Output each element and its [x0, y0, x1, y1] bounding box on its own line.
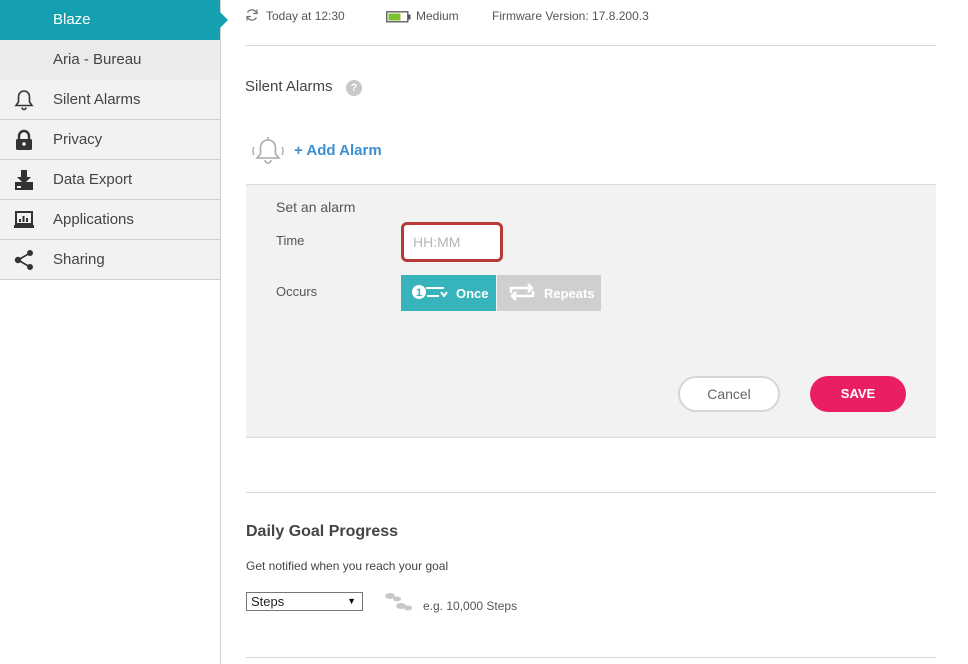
save-button[interactable]: SAVE: [810, 376, 906, 412]
sidebar-item-label: Sharing: [53, 251, 105, 268]
sidebar-item-label: Privacy: [53, 131, 103, 148]
silent-alarms-title: Silent Alarms: [245, 78, 333, 95]
device-item-active[interactable]: Blaze: [0, 0, 228, 40]
help-icon[interactable]: ?: [346, 80, 362, 96]
time-label: Time: [276, 233, 305, 248]
sidebar-item-data-export[interactable]: Data Export: [0, 160, 220, 200]
sidebar-item-label: Data Export: [53, 171, 133, 188]
sidebar-item-label: Silent Alarms: [53, 91, 141, 108]
chevron-down-icon: ▼: [347, 596, 356, 606]
sidebar-item-label: Applications: [53, 211, 134, 228]
firmware-version: Firmware Version: 17.8.200.3: [492, 9, 649, 23]
battery-level: Medium: [416, 9, 459, 23]
sync-icon: [245, 8, 259, 25]
set-alarm-title: Set an alarm: [276, 199, 356, 215]
repeats-label: Repeats: [544, 285, 595, 301]
goal-type-value: Steps: [251, 594, 285, 609]
goal-example: e.g. 10,000 Steps: [423, 599, 518, 613]
repeat-icon: [507, 282, 537, 304]
bell-icon: [12, 89, 36, 111]
battery-icon: [386, 11, 411, 26]
last-sync-text: Today at 12:30: [266, 9, 345, 23]
alarm-bell-icon: [250, 136, 286, 171]
once-label: Once: [456, 285, 489, 301]
download-icon: [12, 169, 36, 191]
sidebar-item-privacy[interactable]: Privacy: [0, 120, 220, 160]
repeats-option[interactable]: Repeats: [497, 275, 601, 311]
occurs-label: Occurs: [276, 284, 318, 299]
goal-type-select[interactable]: Steps ▼: [246, 592, 363, 611]
laptop-icon: [12, 209, 36, 231]
daily-goal-title: Daily Goal Progress: [246, 523, 399, 540]
active-arrow: [220, 12, 228, 28]
sidebar-item-sharing[interactable]: Sharing: [0, 240, 220, 280]
device-name: Blaze: [53, 11, 91, 28]
device-name: Aria - Bureau: [53, 51, 142, 68]
sidebar-item-applications[interactable]: Applications: [0, 200, 220, 240]
daily-goal-description: Get notified when you reach your goal: [246, 559, 449, 573]
device-status-bar: Today at 12:30 Medium Firmware Version: …: [245, 0, 936, 46]
footsteps-icon: [383, 591, 413, 618]
once-icon: 1: [410, 283, 448, 304]
time-input[interactable]: [401, 222, 503, 262]
svg-text:1: 1: [416, 287, 422, 299]
add-alarm-link[interactable]: + Add Alarm: [294, 142, 382, 159]
share-icon: [12, 249, 36, 271]
once-option[interactable]: 1 Once: [401, 275, 496, 311]
section-divider: [246, 492, 936, 493]
lock-icon: [12, 129, 36, 151]
section-divider: [246, 657, 936, 658]
device-item-aria[interactable]: Aria - Bureau: [0, 40, 220, 80]
cancel-button[interactable]: Cancel: [678, 376, 780, 412]
sidebar: Blaze Aria - Bureau Silent Alarms Privac…: [0, 0, 228, 664]
sidebar-item-silent-alarms[interactable]: Silent Alarms: [0, 80, 220, 120]
